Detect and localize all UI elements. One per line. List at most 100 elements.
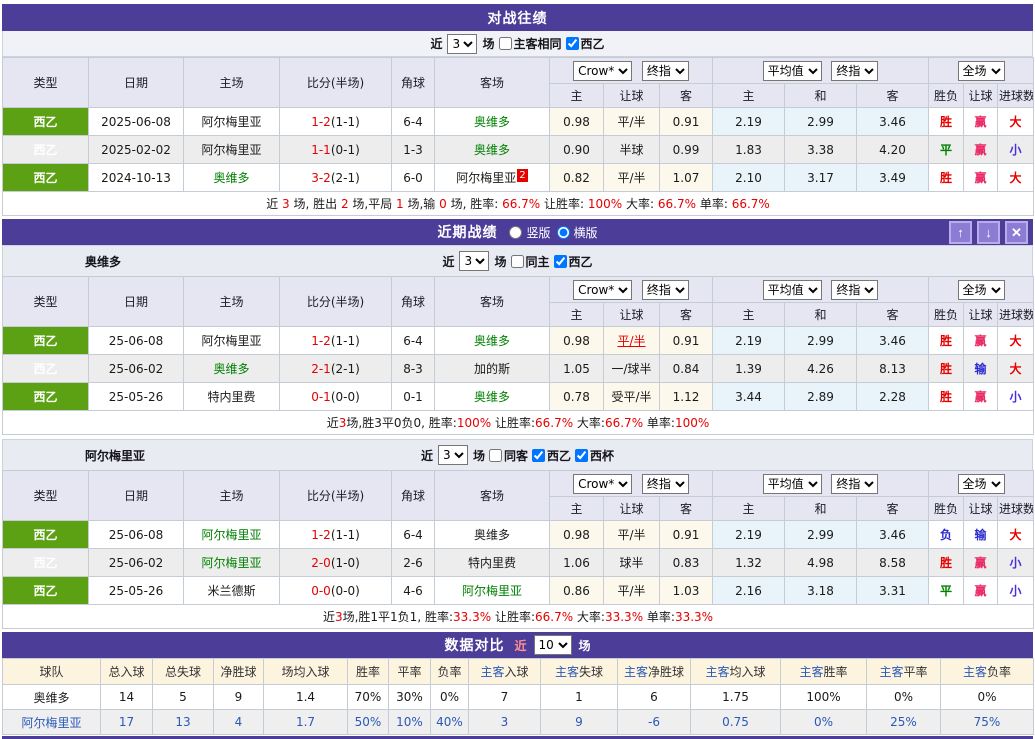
vertical-layout-radio-label[interactable]: 竖版	[507, 224, 551, 241]
avg-home: 1.32	[712, 548, 785, 577]
team2-same-away-checkbox-label[interactable]: 同客	[487, 447, 528, 464]
league-badge: 西乙	[2, 520, 89, 549]
avg-stage-select[interactable]: 终指	[831, 279, 879, 300]
away-team: 奥维多	[434, 520, 550, 549]
odds-home: 1.05	[549, 354, 604, 383]
team-name[interactable]: 阿尔梅里亚	[2, 709, 101, 735]
col-odds-handicap: 让球	[603, 83, 660, 108]
compare-col-header: 净胜球	[213, 658, 264, 685]
col-result-handicap: 让球	[963, 302, 998, 327]
col-score: 比分(半场)	[279, 57, 392, 108]
odds-provider-select[interactable]: Crow*	[573, 473, 633, 494]
odds-home: 0.90	[549, 135, 604, 164]
result-goals: 大	[996, 163, 1035, 192]
avg-draw: 2.89	[784, 382, 857, 411]
fulltime-score: 1-1	[311, 142, 331, 157]
team2-league2-checkbox-label[interactable]: 西杯	[573, 447, 614, 464]
avg-odds-select[interactable]: 平均值	[762, 473, 822, 494]
summary-segment: 100%	[674, 416, 710, 430]
compare-filter: 近 10 场	[514, 635, 591, 655]
avg-stage-select[interactable]: 终指	[831, 60, 879, 81]
team1-recent-count-select[interactable]: 3	[459, 251, 490, 271]
league-badge: 西乙	[2, 576, 89, 605]
match-header-row-groups: 类型 日期 主场 比分(半场) 角球 客场 Crow* 终指 平均值 终指 全场	[2, 57, 1035, 108]
avg-home: 2.19	[712, 107, 785, 136]
horizontal-layout-radio-label[interactable]: 横版	[555, 224, 598, 241]
stat-value: 1	[540, 684, 618, 710]
home-team: 特内里费	[183, 382, 280, 411]
h2h-table-body: 西乙 2025-06-08 阿尔梅里亚 1-2(1-1) 6-4 奥维多 0.98 平/半 0.…	[2, 107, 1035, 192]
odds-provider-select[interactable]: Crow*	[573, 279, 633, 300]
halftime-score: (0-0)	[330, 583, 360, 598]
col-away: 客场	[434, 57, 550, 108]
result-handicap: 输	[963, 520, 998, 549]
move-down-button[interactable]: ↓	[977, 220, 1000, 244]
col-avg-home: 主	[712, 496, 785, 521]
away-team-name: 阿尔梅里亚	[456, 171, 517, 185]
compare-title: 数据对比	[444, 638, 505, 654]
result-outcome: 负	[928, 520, 964, 549]
result-scope-select[interactable]: 全场	[957, 60, 1005, 81]
vertical-layout-radio[interactable]	[509, 225, 523, 239]
odds-provider-select[interactable]: Crow*	[573, 60, 633, 81]
odds-stage-select[interactable]: 终指	[641, 60, 689, 81]
team1-same-home-checkbox-label[interactable]: 同主	[509, 253, 550, 270]
fulltime-score: 2-1	[311, 361, 331, 376]
h2h-section: 对战往绩 近 3 场 主客相同 西乙 类型 日期 主场 比分(半场) 角球 客场…	[1, 4, 1035, 216]
avg-draw: 4.98	[784, 548, 857, 577]
result-scope-select[interactable]: 全场	[957, 279, 1005, 300]
compare-col-header: 平率	[388, 658, 431, 685]
stat-value: 100%	[780, 684, 867, 710]
compare-col-header: 总失球	[152, 658, 214, 685]
summary-segment: 3	[334, 610, 343, 624]
stat-value: 10%	[388, 709, 431, 735]
odds-stage-select[interactable]: 终指	[641, 473, 689, 494]
result-handicap: 赢	[963, 326, 998, 355]
result-scope-select[interactable]: 全场	[957, 473, 1005, 494]
team2-league1-checkbox-label[interactable]: 西乙	[530, 447, 571, 464]
col-result-goals: 进球数	[996, 496, 1035, 521]
odds-home: 0.98	[549, 520, 604, 549]
result-goals: 小	[996, 135, 1035, 164]
h2h-league-checkbox[interactable]	[565, 37, 579, 50]
col-date: 日期	[88, 276, 184, 327]
team2-same-away-checkbox[interactable]	[488, 448, 502, 462]
match-header-row-groups: 类型 日期 主场 比分(半场) 角球 客场 Crow* 终指 平均值 终指 全场	[2, 276, 1035, 327]
team2-recent-count-select[interactable]: 3	[437, 445, 468, 465]
summary-segment: 0	[439, 197, 447, 211]
summary-segment: 近	[326, 416, 339, 430]
h2h-recent-count-select[interactable]: 3	[447, 33, 478, 54]
team1-league-checkbox-label[interactable]: 西乙	[552, 253, 593, 270]
match-date: 25-06-08	[88, 520, 184, 549]
compare-col-header: 主客入球	[468, 658, 541, 685]
team1-league-checkbox[interactable]	[553, 254, 567, 268]
compare-col-header: 主客失球	[540, 658, 618, 685]
team2-league2-checkbox[interactable]	[575, 448, 589, 462]
odds-handicap: 平/半	[603, 576, 660, 605]
avg-stage-select[interactable]: 终指	[831, 473, 879, 494]
team2-filter: 近 3 场 同客 西乙 西杯	[3, 445, 1032, 465]
horizontal-layout-radio[interactable]	[556, 225, 570, 239]
odds-handicap: 平/半	[603, 520, 660, 549]
team1-same-home-checkbox[interactable]	[510, 254, 524, 268]
same-venue-checkbox-label[interactable]: 主客相同	[497, 35, 562, 52]
avg-odds-select[interactable]: 平均值	[762, 60, 822, 81]
compare-recent-count-select[interactable]: 10	[533, 635, 572, 655]
recent-section: 近期战绩 竖版 横版 ↑ ↓ ✕ 奥维多 近 3 场 同主 西乙 类型 日期 主…	[1, 219, 1035, 629]
team2-league1-checkbox[interactable]	[532, 448, 545, 462]
col-avg-away: 客	[856, 83, 929, 108]
close-button[interactable]: ✕	[1005, 220, 1028, 244]
avg-odds-select[interactable]: 平均值	[762, 279, 822, 300]
summary-segment: 让胜率:	[491, 416, 535, 430]
halftime-score: (1-1)	[330, 527, 360, 542]
odds-stage-select[interactable]: 终指	[641, 279, 689, 300]
stat-value: 70%	[347, 684, 389, 710]
match-row: 西乙 2025-06-08 阿尔梅里亚 1-2(1-1) 6-4 奥维多 0.98 平/半 0.…	[2, 107, 1035, 136]
h2h-league-checkbox-label[interactable]: 西乙	[564, 35, 605, 52]
summary-segment: 近	[266, 197, 283, 211]
corner-score: 6-4	[391, 107, 435, 136]
move-up-button[interactable]: ↑	[949, 220, 972, 244]
same-venue-checkbox[interactable]	[498, 37, 512, 50]
header-prefix: 主客	[480, 665, 505, 679]
col-result-wl: 胜负	[928, 302, 964, 327]
